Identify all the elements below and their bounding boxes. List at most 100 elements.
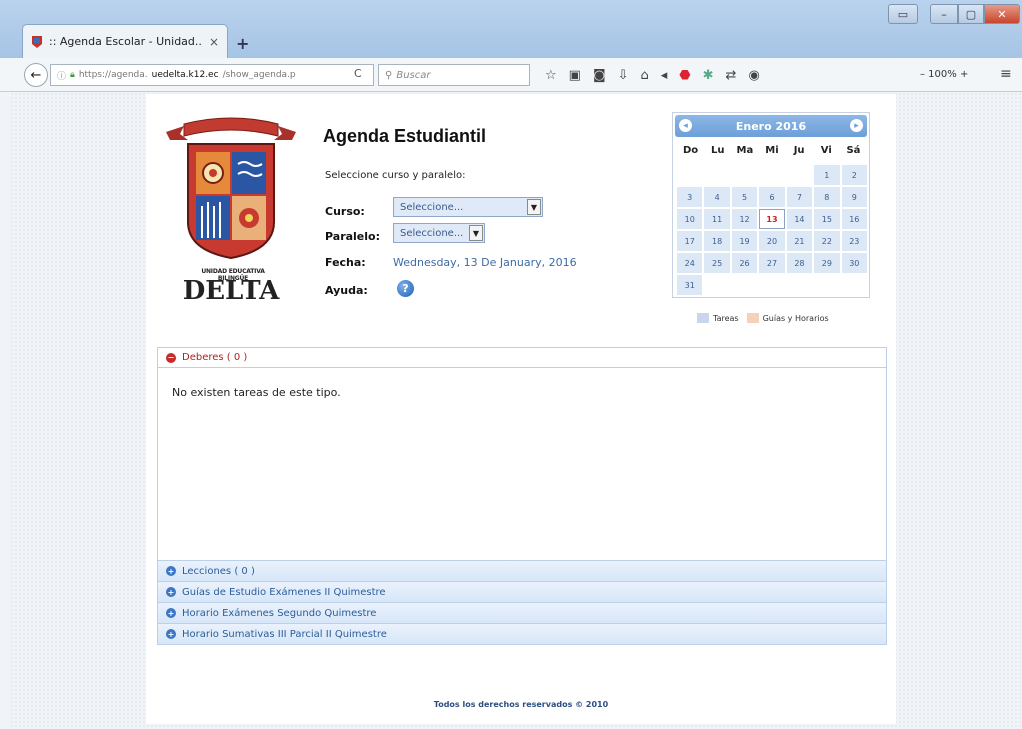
help-icon[interactable]: ?	[397, 280, 414, 297]
school-logo: UNIDAD EDUCATIVA BILINGÜE DELTA	[166, 110, 296, 306]
curso-select-value: Seleccione...	[400, 201, 464, 213]
browser-tab[interactable]: :: Agenda Escolar - Unidad... ×	[22, 24, 228, 58]
paralelo-select-value: Seleccione...	[400, 227, 464, 239]
minimize-button[interactable]: –	[930, 4, 958, 24]
calendar-title: Enero 2016	[735, 119, 807, 133]
bookmark-star-icon[interactable]: ☆	[545, 68, 557, 83]
calendar-day[interactable]: 20	[759, 231, 785, 251]
calendar-day[interactable]: 27	[759, 253, 785, 273]
calendar-day[interactable]: 22	[814, 231, 840, 251]
accordion-deberes-body: No existen tareas de este tipo.	[157, 368, 887, 561]
url-path: /show_agenda.p	[222, 70, 296, 80]
calendar-day[interactable]: 16	[841, 209, 867, 229]
calendar-day[interactable]: 29	[814, 253, 840, 273]
restore-button[interactable]: ▭	[888, 4, 918, 24]
tab-close-icon[interactable]: ×	[209, 35, 219, 49]
calendar-day-name: Lu	[710, 145, 725, 156]
calendar-day-name: Vi	[820, 145, 832, 156]
calendar-day[interactable]: 23	[841, 231, 867, 251]
calendar-day[interactable]: 26	[731, 253, 758, 273]
legend-swatch-guias	[746, 313, 759, 323]
next-month-icon[interactable]: ▸	[850, 119, 863, 132]
calendar-day[interactable]: 31	[677, 275, 703, 295]
empty-tasks-message: No existen tareas de este tipo.	[172, 386, 341, 399]
calendar-day[interactable]: 30	[841, 253, 867, 273]
curso-select[interactable]: Seleccione... ▼	[393, 197, 543, 217]
close-window-button[interactable]: ✕	[984, 4, 1020, 24]
legend-swatch-tareas	[697, 313, 709, 323]
accordion-guias-label: Guías de Estudio Exámenes II Quimestre	[182, 586, 386, 598]
extension-icon[interactable]: ✱	[703, 68, 714, 83]
reload-icon[interactable]: C	[354, 67, 362, 80]
reading-list-icon[interactable]: ▣	[569, 68, 581, 83]
new-tab-button[interactable]: +	[236, 34, 249, 53]
url-domain: uedelta.k12.ec	[151, 70, 219, 80]
calendar-day[interactable]: 19	[731, 231, 758, 251]
date-calendar: ◂ Enero 2016 ▸ Do Lu Ma Mi Ju Vi Sá 1234567891…	[672, 112, 870, 298]
translate-icon[interactable]: ⇄	[726, 68, 737, 83]
calendar-day[interactable]: 4	[704, 187, 730, 207]
accordion-horario-examenes-header[interactable]: + Horario Exámenes Segundo Quimestre	[157, 603, 887, 624]
calendar-day[interactable]: 12	[731, 209, 758, 229]
calendar-day[interactable]: 1	[814, 165, 840, 185]
accordion-deberes-header[interactable]: − Deberes ( 0 )	[157, 347, 887, 368]
calendar-day-today[interactable]: 13	[759, 209, 785, 229]
calendar-day[interactable]: 5	[731, 187, 758, 207]
adblock-icon[interactable]: ⬣	[679, 68, 690, 83]
calendar-day[interactable]: 2	[841, 165, 867, 185]
calendar-day[interactable]: 8	[814, 187, 840, 207]
home-icon[interactable]: ⌂	[640, 68, 648, 83]
calendar-day[interactable]: 11	[704, 209, 730, 229]
zoom-control[interactable]: – 100% +	[920, 69, 968, 80]
calendar-day[interactable]: 18	[704, 231, 730, 251]
calendar-day[interactable]: 14	[786, 209, 813, 229]
page-title: Agenda Estudiantil	[323, 126, 487, 146]
fecha-label: Fecha:	[325, 256, 366, 269]
calendar-day[interactable]: 6	[759, 187, 785, 207]
pocket-icon[interactable]: ◙	[593, 68, 606, 83]
expand-icon: +	[166, 608, 176, 618]
accordion-horario-sumativas-header[interactable]: + Horario Sumativas III Parcial II Quime…	[157, 624, 887, 645]
calendar-day[interactable]: 24	[677, 253, 703, 273]
search-icon: ⚲	[385, 69, 393, 81]
calendar-day[interactable]: 9	[841, 187, 867, 207]
calendar-day[interactable]: 28	[786, 253, 813, 273]
info-icon[interactable]: ⓘ	[57, 69, 66, 82]
calendar-day[interactable]: 7	[786, 187, 813, 207]
calendar-day[interactable]: 21	[786, 231, 813, 251]
logo-name: DELTA	[182, 276, 280, 306]
calendar-day[interactable]: 3	[677, 187, 703, 207]
browser-toolbar: ← ⓘ 🔒︎ https://agenda. uedelta.k12.ec/sho…	[0, 58, 1022, 92]
dropdown-arrow-icon[interactable]: ▼	[469, 225, 483, 241]
accordion-lecciones-header[interactable]: + Lecciones ( 0 )	[157, 561, 887, 582]
logo-banner	[166, 117, 296, 140]
paralelo-label: Paralelo:	[325, 230, 380, 243]
maximize-button[interactable]: ▢	[958, 4, 984, 24]
calendar-day[interactable]: 17	[677, 231, 703, 251]
dropdown-arrow-icon[interactable]: ▼	[527, 199, 541, 215]
prev-month-icon[interactable]: ◂	[679, 119, 692, 132]
page-footer: Todos los derechos reservados © 2010	[433, 700, 609, 709]
tab-title: :: Agenda Escolar - Unidad...	[49, 35, 203, 48]
expand-icon: +	[166, 587, 176, 597]
calendar-day[interactable]: 15	[814, 209, 840, 229]
calendar-blank-cell	[704, 165, 729, 185]
accordion-deberes-label: Deberes ( 0 )	[182, 352, 248, 363]
hamburger-menu-icon[interactable]: ≡	[1000, 66, 1012, 82]
search-input[interactable]: ⚲ Buscar	[378, 64, 530, 86]
browser-titlebar: :: Agenda Escolar - Unidad... × + ▭ – ▢ …	[0, 0, 1022, 58]
accordion-horario-sumativas-label: Horario Sumativas III Parcial II Quimest…	[182, 628, 387, 640]
paralelo-select[interactable]: Seleccione... ▼	[393, 223, 485, 243]
address-bar[interactable]: ⓘ 🔒︎ https://agenda. uedelta.k12.ec/show_…	[50, 64, 374, 86]
accordion-guias-header[interactable]: + Guías de Estudio Exámenes II Quimestre	[157, 582, 887, 603]
send-icon[interactable]: ◂	[661, 68, 668, 83]
back-arrow-icon[interactable]: ←	[24, 63, 48, 87]
calendar-day-name: Ju	[793, 145, 805, 156]
download-icon[interactable]: ⇩	[618, 68, 629, 83]
toolbar-icons: ☆ ▣ ◙ ⇩ ⌂ ◂ ⬣ ✱ ⇄ ◉	[545, 64, 760, 86]
calendar-day[interactable]: 10	[677, 209, 703, 229]
calendar-header: ◂ Enero 2016 ▸	[675, 115, 867, 137]
chat-icon[interactable]: ◉	[748, 68, 759, 83]
calendar-day[interactable]: 25	[704, 253, 730, 273]
selection-prompt: Seleccione curso y paralelo:	[325, 170, 466, 181]
